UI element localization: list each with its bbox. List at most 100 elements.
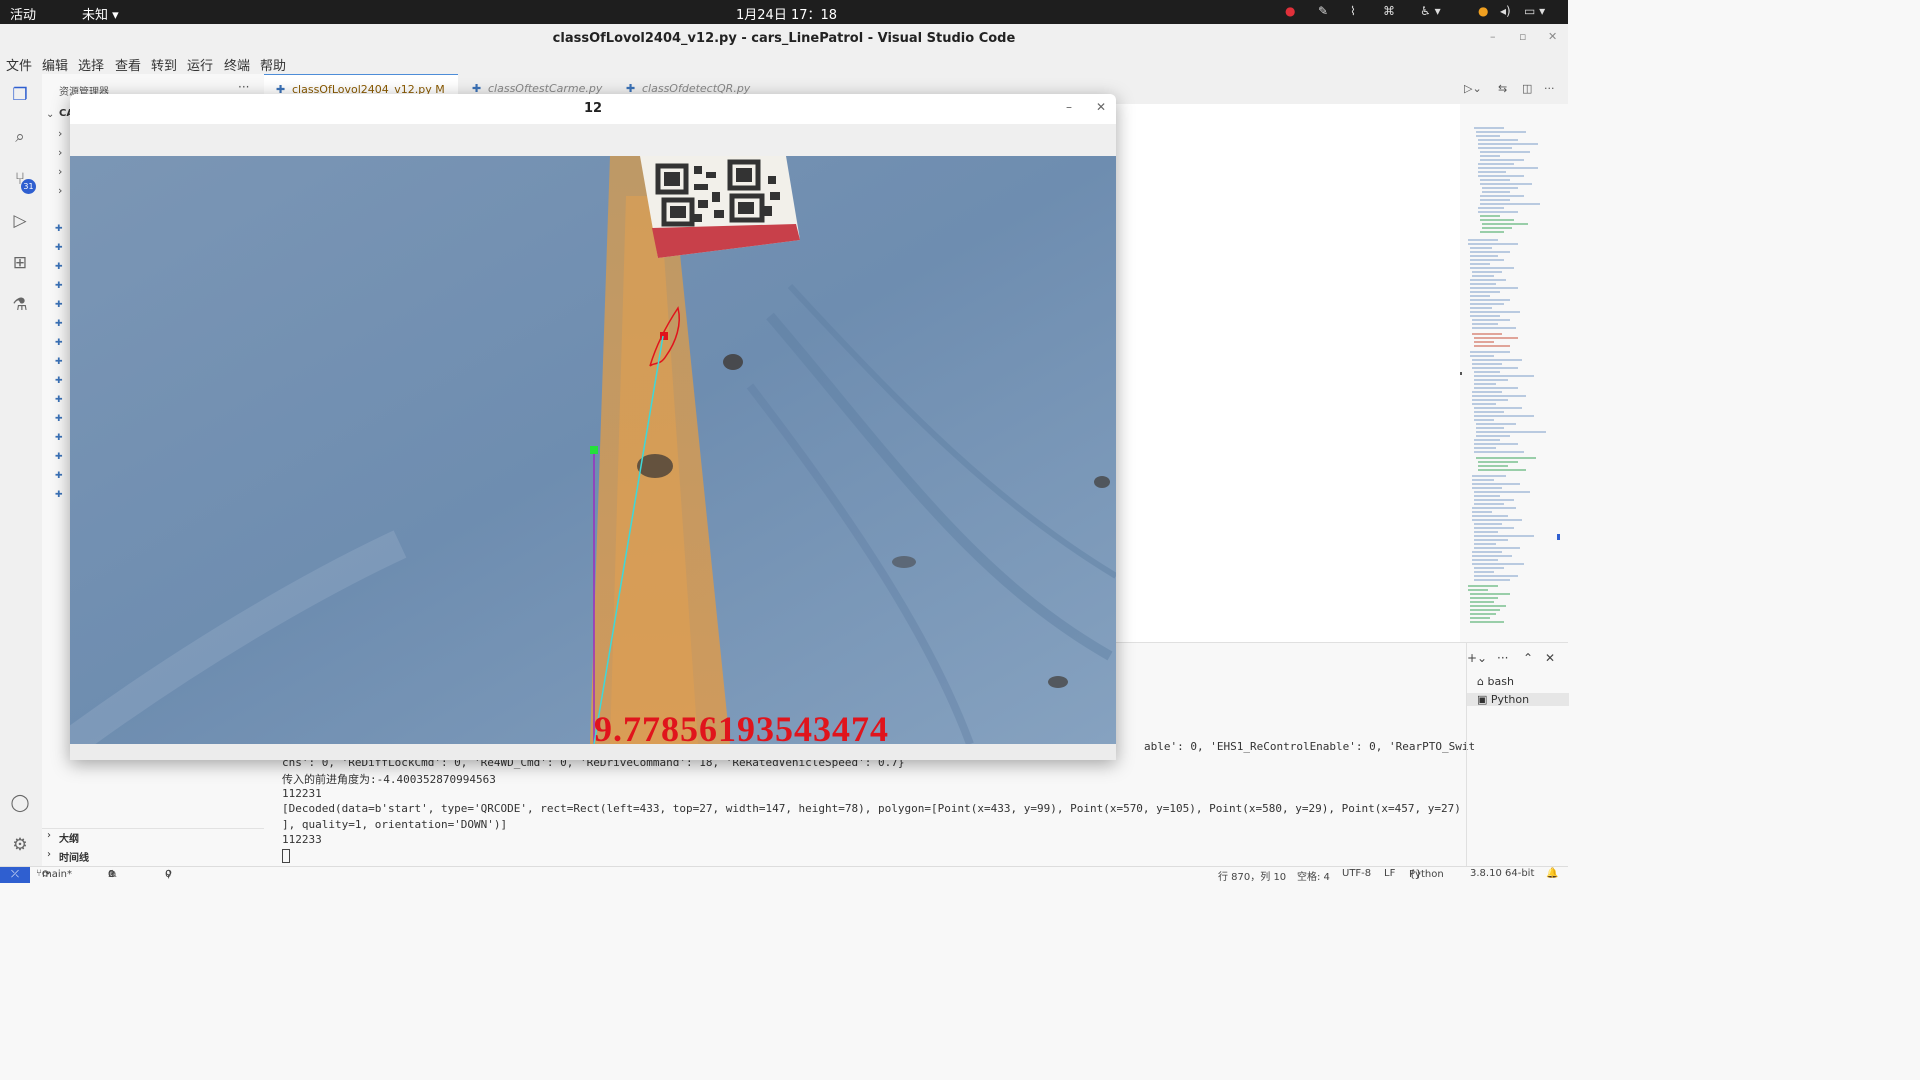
python-file-icon[interactable]: ✚ <box>55 225 65 234</box>
menu-bar: 文件 编辑 选择 查看 转到 运行 终端 帮助 <box>0 54 1568 74</box>
new-terminal-icon[interactable]: +⌄ <box>1467 651 1487 665</box>
python-file-icon[interactable]: ✚ <box>55 301 65 310</box>
terminal-python[interactable]: ▣ Python <box>1467 693 1569 706</box>
status-dot-icon[interactable]: ● <box>1478 4 1488 18</box>
bell-icon[interactable]: 🔔 <box>1546 868 1558 879</box>
opencv-toolbar <box>70 124 1116 156</box>
terminal-line: ], quality=1, orientation='DOWN')] <box>282 818 508 831</box>
remote-icon[interactable]: ⤫ <box>0 867 30 883</box>
accessibility-icon[interactable]: ♿ ▾ <box>1420 4 1441 18</box>
python-file-icon[interactable]: ✚ <box>55 263 65 272</box>
python-file-icon[interactable]: ✚ <box>55 358 65 367</box>
warning-count: 0 <box>108 869 115 880</box>
sync-icon: ⟳ <box>42 869 51 880</box>
python-file-icon[interactable]: ✚ <box>55 282 65 291</box>
menu-terminal[interactable]: 终端 <box>224 55 250 74</box>
timeline-section[interactable]: 时间线 <box>59 849 89 864</box>
account-icon[interactable]: ◯ <box>9 792 31 814</box>
terminal-icon: ▣ <box>1477 693 1488 706</box>
minimize-icon[interactable]: – <box>1066 100 1072 114</box>
terminal-line: [Decoded(data=b'start', type='QRCODE', r… <box>282 802 1461 815</box>
menu-selection[interactable]: 选择 <box>78 55 104 74</box>
camera-frame-drawing <box>70 156 1116 744</box>
app-menu[interactable]: 未知 ▾ <box>82 4 119 23</box>
command-icon[interactable]: ⌘ <box>1383 4 1395 18</box>
close-icon[interactable]: ✕ <box>1096 100 1106 114</box>
python-file-icon[interactable]: ✚ <box>55 434 65 443</box>
menu-edit[interactable]: 编辑 <box>42 55 68 74</box>
menu-run[interactable]: 运行 <box>187 55 213 74</box>
maximize-panel-icon[interactable]: ⌃ <box>1523 651 1533 665</box>
status-bar: ⤫ ⑂ main* ⟳ ⊗ 0 ⚠ 0 ⚲ 0 行 870，列 10 空格: 4… <box>0 866 1568 883</box>
more-actions-icon[interactable]: ··· <box>238 80 249 94</box>
extensions-icon[interactable]: ⊞ <box>9 252 31 274</box>
minimize-icon[interactable]: – <box>1490 30 1496 43</box>
chevron-right-icon[interactable]: › <box>58 184 62 197</box>
split-editor-icon[interactable]: ◫ <box>1522 82 1532 95</box>
chevron-right-icon: › <box>47 830 51 841</box>
terminal-line: 112231 <box>282 787 322 800</box>
eol[interactable]: LF <box>1384 868 1395 879</box>
chevron-right-icon[interactable]: › <box>58 165 62 178</box>
volume-icon[interactable]: ◂) <box>1500 4 1511 18</box>
activity-bar: ❐ ⌕ ⑂ ▷ ⊞ ⚗ ◯ ⚙ <box>0 74 43 866</box>
alert-icon[interactable]: ● <box>1285 4 1295 18</box>
pen-icon[interactable]: ✎ <box>1318 4 1328 18</box>
terminal-bash[interactable]: ⌂ bash <box>1477 675 1514 688</box>
indentation[interactable]: 空格: 4 <box>1297 868 1330 883</box>
testing-icon[interactable]: ⚗ <box>9 294 31 316</box>
python-file-icon[interactable]: ✚ <box>55 244 65 253</box>
chevron-down-icon[interactable]: ⌄ <box>46 109 54 120</box>
python-file-icon[interactable]: ✚ <box>55 415 65 424</box>
python-file-icon[interactable]: ✚ <box>55 453 65 462</box>
terminal-line-fragment: able': 0, 'EHS1_ReControlEnable': 0, 'Re… <box>1144 740 1476 753</box>
terminal-name: bash <box>1487 675 1514 688</box>
activities-button[interactable]: 活动 <box>10 4 36 23</box>
python-file-icon[interactable]: ✚ <box>55 377 65 386</box>
search-icon[interactable]: ⌕ <box>9 126 31 148</box>
compare-icon[interactable]: ⇆ <box>1498 82 1507 95</box>
scm-badge: 31 <box>21 179 36 194</box>
menu-go[interactable]: 转到 <box>151 55 177 74</box>
run-debug-icon[interactable]: ▷ <box>9 210 31 232</box>
angle-overlay: 9.77856193543474 <box>594 709 889 744</box>
settings-gear-icon[interactable]: ⚙ <box>9 834 31 856</box>
cursor-position[interactable]: 行 870，列 10 <box>1218 868 1286 883</box>
network-icon[interactable]: ⌇ <box>1350 4 1356 18</box>
chevron-right-icon[interactable]: › <box>58 146 62 159</box>
python-interpreter[interactable]: 3.8.10 64-bit <box>1470 868 1534 879</box>
python-file-icon[interactable]: ✚ <box>55 320 65 329</box>
python-file-icon[interactable]: ✚ <box>55 491 65 500</box>
more-actions-icon[interactable]: ··· <box>1544 82 1555 95</box>
maximize-icon[interactable]: ▫ <box>1519 30 1526 43</box>
menu-view[interactable]: 查看 <box>115 55 141 74</box>
chevron-right-icon[interactable]: › <box>58 127 62 140</box>
branch-indicator[interactable]: ⑂ main* ⟳ <box>36 868 72 880</box>
opencv-status-strip <box>70 744 1116 760</box>
explorer-icon[interactable]: ❐ <box>9 84 31 106</box>
camera-frame: 9.77856193543474 <box>70 156 1116 744</box>
more-actions-icon[interactable]: ··· <box>1497 651 1508 665</box>
terminal-name: Python <box>1490 693 1530 706</box>
qr-code-marker <box>640 156 800 258</box>
language-label: Python <box>1409 869 1444 880</box>
outline-section[interactable]: 大纲 <box>59 830 79 845</box>
menu-file[interactable]: 文件 <box>6 55 32 74</box>
python-file-icon[interactable]: ✚ <box>55 396 65 405</box>
shell-icon: ⌂ <box>1477 675 1484 688</box>
menu-help[interactable]: 帮助 <box>260 55 286 74</box>
close-icon[interactable]: ✕ <box>1548 30 1557 43</box>
clock[interactable]: 1月24日 17：18 <box>736 4 837 23</box>
close-panel-icon[interactable]: ✕ <box>1545 651 1555 665</box>
terminal-list: +⌄ ··· ⌃ ✕ ⌂ bash ▣ Python <box>1466 643 1569 867</box>
terminal-cursor <box>282 849 290 863</box>
app-menu-label: 未知 <box>82 8 109 23</box>
opencv-window[interactable]: 12 – ✕ 9.77856193543474 <box>70 94 1116 760</box>
battery-icon[interactable]: ▭ ▾ <box>1524 4 1545 18</box>
minimap[interactable] <box>1460 120 1560 640</box>
ports-count: 0 <box>165 869 172 880</box>
python-file-icon[interactable]: ✚ <box>55 472 65 481</box>
encoding[interactable]: UTF-8 <box>1342 868 1371 879</box>
run-file-icon[interactable]: ▷⌄ <box>1464 82 1482 95</box>
python-file-icon[interactable]: ✚ <box>55 339 65 348</box>
